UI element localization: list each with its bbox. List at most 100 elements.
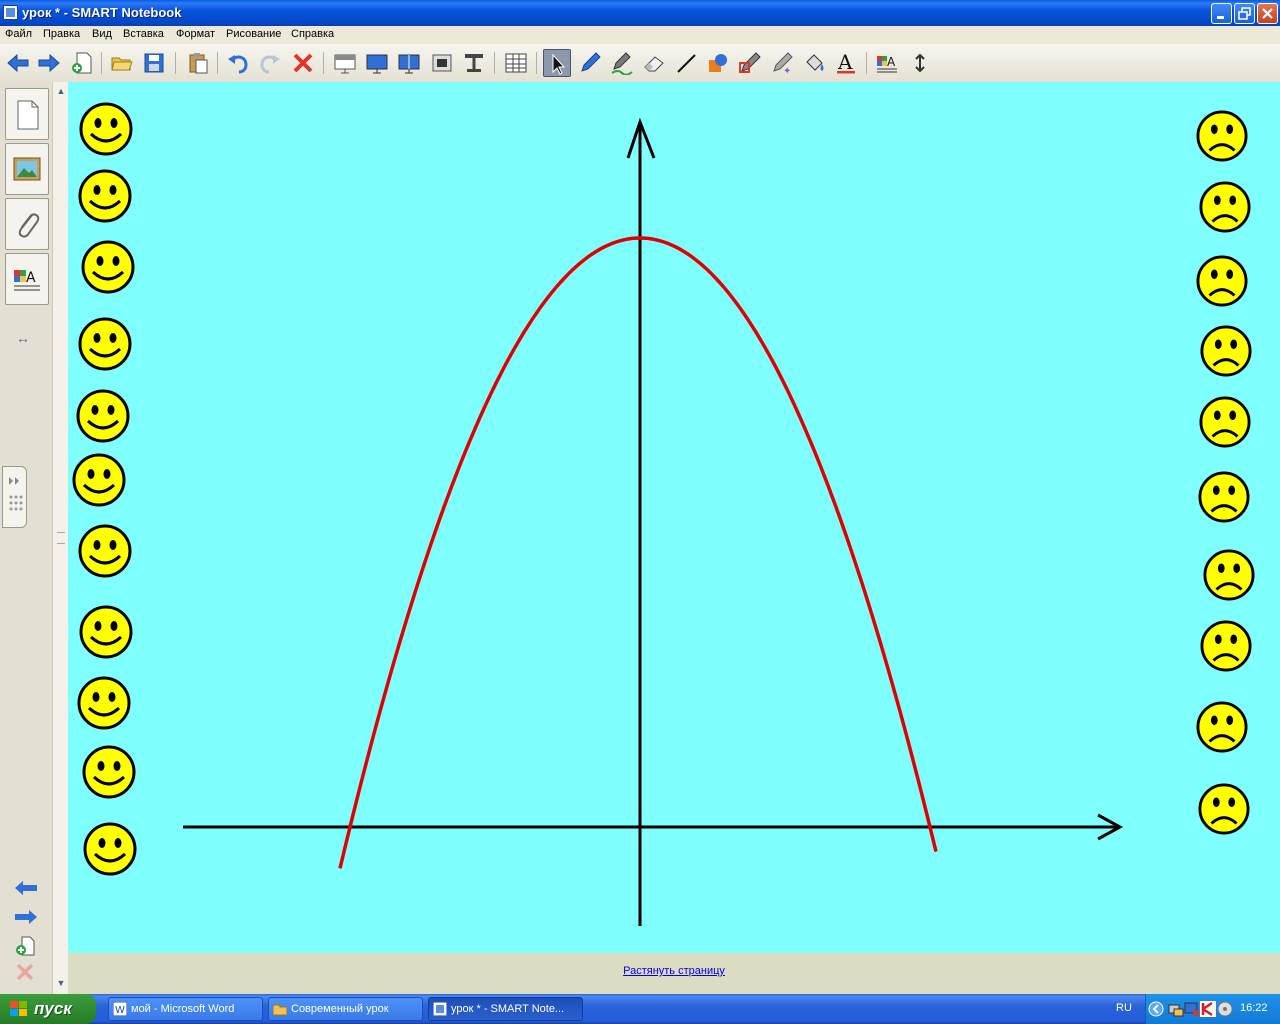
pen-tool[interactable]	[576, 49, 604, 77]
menu-draw[interactable]: Рисование	[226, 28, 281, 40]
smiley-face-icon[interactable]	[77, 676, 131, 730]
move-toolbar-button[interactable]	[906, 49, 934, 77]
smiley-face-icon[interactable]	[82, 745, 136, 799]
menu-edit[interactable]: Правка	[43, 28, 80, 40]
vertical-scrollbar[interactable]: ▲ ▼	[52, 82, 69, 994]
start-button[interactable]: пуск	[0, 994, 96, 1024]
add-page-icon[interactable]	[14, 935, 36, 957]
delete-page-icon[interactable]	[15, 962, 35, 982]
toolbar-handle[interactable]	[2, 466, 27, 528]
resize-panel-icon[interactable]: ↔	[16, 330, 30, 346]
add-page-button[interactable]	[67, 49, 95, 77]
page-footer: Растянуть страницу	[68, 953, 1280, 994]
close-button[interactable]	[1257, 3, 1278, 24]
paste-button[interactable]	[184, 49, 212, 77]
table-button[interactable]	[502, 49, 530, 77]
whiteboard-canvas[interactable]	[68, 82, 1280, 953]
redo-button[interactable]	[256, 49, 284, 77]
sad-face-icon[interactable]	[1199, 181, 1251, 233]
taskbar-item-label: мой - Microsoft Word	[131, 1003, 235, 1015]
shapes-tool[interactable]	[704, 49, 732, 77]
media-icon[interactable]	[1217, 1001, 1233, 1017]
back-button[interactable]	[4, 49, 32, 77]
menu-insert[interactable]: Вставка	[123, 28, 164, 40]
open-folder-icon	[111, 57, 133, 71]
minimize-button[interactable]	[1211, 3, 1232, 24]
attachments-tab[interactable]	[5, 198, 49, 250]
screen-capture-button[interactable]	[428, 49, 456, 77]
sad-face-icon[interactable]	[1196, 110, 1248, 162]
shape-recognition-pen-tool[interactable]: ✦	[768, 49, 796, 77]
smiley-face-icon[interactable]	[79, 605, 133, 659]
text-tool[interactable]: A	[832, 49, 860, 77]
stretch-page-link[interactable]: Растянуть страницу	[68, 965, 1280, 977]
select-icon	[552, 53, 566, 75]
gallery-icon	[13, 157, 41, 181]
sad-face-icon[interactable]	[1199, 396, 1251, 448]
svg-text:A: A	[887, 55, 896, 69]
smiley-face-icon[interactable]	[81, 240, 135, 294]
next-page-icon[interactable]	[13, 908, 39, 926]
smiley-face-icon[interactable]	[79, 102, 133, 156]
properties-tab[interactable]: A	[5, 253, 49, 305]
scroll-down-icon[interactable]: ▼	[54, 976, 68, 990]
smiley-face-icon[interactable]	[78, 317, 132, 371]
taskbar-item-smart-notebook[interactable]: урок * - SMART Note...	[428, 997, 583, 1021]
dual-display-button[interactable]	[395, 49, 423, 77]
shapes-icon	[709, 54, 727, 72]
delete-button[interactable]	[289, 49, 317, 77]
document-camera-button[interactable]	[460, 49, 488, 77]
properties-button[interactable]: A	[873, 49, 901, 77]
screen-shade-button[interactable]	[331, 49, 359, 77]
network-icon[interactable]	[1168, 1001, 1184, 1017]
menu-help[interactable]: Справка	[291, 28, 334, 40]
page-sorter-tab[interactable]	[5, 88, 49, 140]
previous-page-icon[interactable]	[13, 879, 39, 897]
sad-face-icon[interactable]	[1196, 255, 1248, 307]
select-tool[interactable]	[543, 49, 571, 77]
toolbar: ✦ A A	[0, 44, 1280, 83]
creative-pen-icon	[611, 52, 633, 75]
sad-face-icon[interactable]	[1198, 471, 1250, 523]
language-indicator[interactable]: RU	[1116, 1002, 1132, 1014]
taskbar-item-word[interactable]: W мой - Microsoft Word	[108, 997, 263, 1021]
menu-file[interactable]: Файл	[5, 28, 32, 40]
sad-face-icon[interactable]	[1196, 701, 1248, 753]
fill-tool[interactable]	[800, 49, 828, 77]
app-icon[interactable]	[3, 5, 18, 20]
smiley-face-icon[interactable]	[72, 453, 126, 507]
antivirus-icon[interactable]	[1200, 1001, 1216, 1017]
smiley-face-icon[interactable]	[76, 389, 130, 443]
full-screen-button[interactable]	[363, 49, 391, 77]
restore-button[interactable]	[1234, 3, 1255, 24]
scroll-up-icon[interactable]: ▲	[54, 84, 68, 98]
dual-display-icon	[398, 54, 420, 74]
sad-face-icon[interactable]	[1200, 620, 1252, 672]
tray-expand-icon[interactable]	[1148, 1001, 1164, 1017]
scroll-thumb-grip[interactable]	[57, 532, 65, 544]
open-button[interactable]	[108, 49, 136, 77]
forward-button[interactable]	[35, 49, 63, 77]
smart-notebook-icon	[433, 1002, 447, 1016]
magic-pen-tool[interactable]	[736, 49, 764, 77]
line-icon	[677, 54, 696, 73]
paste-icon	[189, 53, 208, 74]
menu-format[interactable]: Формат	[176, 28, 215, 40]
taskbar: пуск W мой - Microsoft Word Современный …	[0, 994, 1280, 1024]
gallery-tab[interactable]	[5, 143, 49, 195]
line-tool[interactable]	[672, 49, 700, 77]
taskbar-item-folder[interactable]: Современный урок	[268, 997, 423, 1021]
display-icon[interactable]	[1184, 1001, 1200, 1017]
eraser-tool[interactable]	[640, 49, 668, 77]
save-button[interactable]	[140, 49, 168, 77]
fill-icon	[806, 54, 824, 71]
undo-button[interactable]	[224, 49, 252, 77]
creative-pen-tool[interactable]	[608, 49, 636, 77]
sad-face-icon[interactable]	[1200, 325, 1252, 377]
smiley-face-icon[interactable]	[78, 524, 132, 578]
sad-face-icon[interactable]	[1198, 783, 1250, 835]
menu-view[interactable]: Вид	[92, 28, 112, 40]
sad-face-icon[interactable]	[1203, 549, 1255, 601]
smiley-face-icon[interactable]	[78, 169, 132, 223]
smiley-face-icon[interactable]	[83, 822, 137, 876]
